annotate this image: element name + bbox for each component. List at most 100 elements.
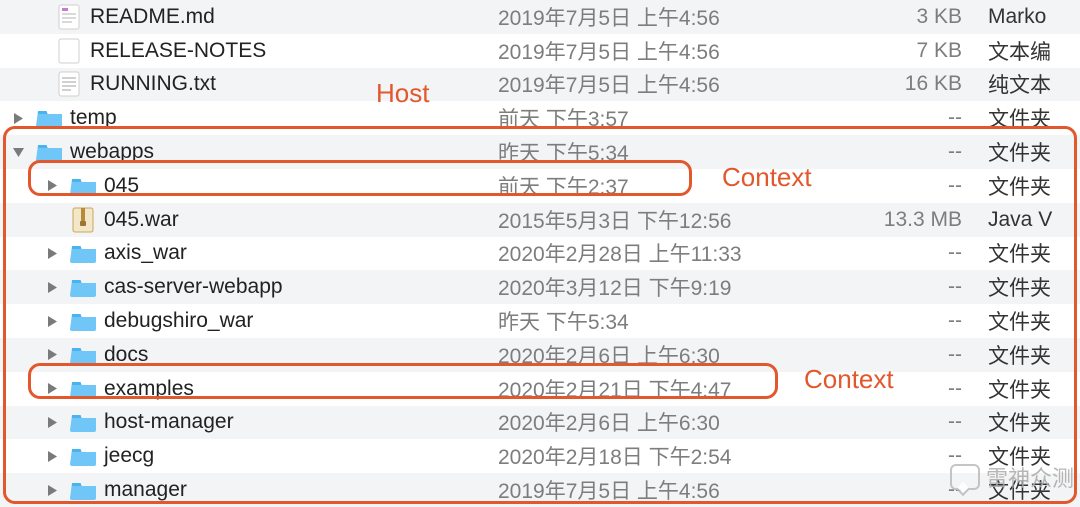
folder-icon — [70, 173, 96, 199]
size-cell: -- — [878, 106, 988, 130]
file-name: debugshiro_war — [104, 309, 253, 333]
folder-icon — [36, 139, 62, 165]
file-name: axis_war — [104, 241, 187, 265]
size-cell: -- — [878, 241, 988, 265]
name-cell: cas-server-webapp — [0, 274, 498, 300]
kind-cell: 文本编 — [988, 36, 1080, 66]
name-cell: host-manager — [0, 409, 498, 435]
table-row[interactable]: RUNNING.txt 2019年7月5日 上午4:56 16 KB 纯文本 — [0, 68, 1080, 102]
date-cell: 2019年7月5日 上午4:56 — [498, 2, 878, 32]
disclosure-right-icon[interactable] — [44, 279, 60, 295]
file-name: manager — [104, 478, 187, 502]
file-name: jeecg — [104, 444, 154, 468]
name-cell: 045 — [0, 173, 498, 199]
kind-cell: 文件夹 — [988, 407, 1080, 437]
date-cell: 2020年2月6日 上午6:30 — [498, 407, 878, 437]
table-row[interactable]: docs 2020年2月6日 上午6:30 -- 文件夹 — [0, 338, 1080, 372]
md-file-icon — [56, 4, 82, 30]
date-cell: 2019年7月5日 上午4:56 — [498, 36, 878, 66]
kind-cell: 文件夹 — [988, 441, 1080, 471]
name-cell: webapps — [0, 139, 498, 165]
name-cell: README.md — [0, 4, 498, 30]
file-name: 045 — [104, 174, 139, 198]
folder-icon — [36, 105, 62, 131]
name-cell: docs — [0, 342, 498, 368]
size-cell: -- — [878, 410, 988, 434]
table-row[interactable]: debugshiro_war 昨天 下午5:34 -- 文件夹 — [0, 304, 1080, 338]
date-cell: 昨天 下午5:34 — [498, 306, 878, 336]
disclosure-down-icon[interactable] — [10, 144, 26, 160]
name-cell: RELEASE-NOTES — [0, 38, 498, 64]
name-cell: axis_war — [0, 240, 498, 266]
folder-icon — [70, 477, 96, 503]
folder-icon — [70, 409, 96, 435]
table-row[interactable]: host-manager 2020年2月6日 上午6:30 -- 文件夹 — [0, 406, 1080, 440]
folder-icon — [70, 274, 96, 300]
txt-file-icon — [56, 71, 82, 97]
table-row[interactable]: cas-server-webapp 2020年3月12日 下午9:19 -- 文… — [0, 270, 1080, 304]
disclosure-right-icon[interactable] — [44, 245, 60, 261]
table-row[interactable]: 045.war 2015年5月3日 下午12:56 13.3 MB Java V — [0, 203, 1080, 237]
kind-cell: 文件夹 — [988, 137, 1080, 167]
size-cell: -- — [878, 275, 988, 299]
file-name: RELEASE-NOTES — [90, 39, 266, 63]
disclosure-right-icon[interactable] — [44, 448, 60, 464]
kind-cell: 文件夹 — [988, 103, 1080, 133]
kind-cell: Marko — [988, 5, 1080, 29]
size-cell: -- — [878, 478, 988, 502]
table-row[interactable]: README.md 2019年7月5日 上午4:56 3 KB Marko — [0, 0, 1080, 34]
size-cell: -- — [878, 444, 988, 468]
date-cell: 2020年2月28日 上午11:33 — [498, 238, 878, 268]
kind-cell: 文件夹 — [988, 374, 1080, 404]
folder-icon — [70, 443, 96, 469]
table-row[interactable]: axis_war 2020年2月28日 上午11:33 -- 文件夹 — [0, 237, 1080, 271]
size-cell: 3 KB — [878, 5, 988, 29]
table-row[interactable]: webapps 昨天 下午5:34 -- 文件夹 — [0, 135, 1080, 169]
kind-cell: 文件夹 — [988, 238, 1080, 268]
kind-cell: 文件夹 — [988, 475, 1080, 505]
folder-icon — [70, 240, 96, 266]
size-cell: 7 KB — [878, 39, 988, 63]
table-row[interactable]: 045 前天 下午2:37 -- 文件夹 — [0, 169, 1080, 203]
table-row[interactable]: manager 2019年7月5日 上午4:56 -- 文件夹 — [0, 473, 1080, 507]
blank-file-icon — [56, 38, 82, 64]
name-cell: jeecg — [0, 443, 498, 469]
folder-icon — [70, 342, 96, 368]
date-cell: 2020年3月12日 下午9:19 — [498, 272, 878, 302]
table-row[interactable]: examples 2020年2月21日 下午4:47 -- 文件夹 — [0, 372, 1080, 406]
table-row[interactable]: jeecg 2020年2月18日 下午2:54 -- 文件夹 — [0, 439, 1080, 473]
size-cell: 16 KB — [878, 72, 988, 96]
kind-cell: Java V — [988, 208, 1080, 232]
table-row[interactable]: temp 前天 下午3:57 -- 文件夹 — [0, 101, 1080, 135]
size-cell: -- — [878, 343, 988, 367]
date-cell: 2020年2月6日 上午6:30 — [498, 340, 878, 370]
date-cell: 昨天 下午5:34 — [498, 137, 878, 167]
disclosure-right-icon[interactable] — [44, 313, 60, 329]
date-cell: 2015年5月3日 下午12:56 — [498, 205, 878, 235]
date-cell: 前天 下午2:37 — [498, 171, 878, 201]
kind-cell: 文件夹 — [988, 306, 1080, 336]
file-name: webapps — [70, 140, 154, 164]
date-cell: 2019年7月5日 上午4:56 — [498, 475, 878, 505]
kind-cell: 纯文本 — [988, 69, 1080, 99]
name-cell: temp — [0, 105, 498, 131]
size-cell: -- — [878, 174, 988, 198]
disclosure-right-icon[interactable] — [44, 347, 60, 363]
table-row[interactable]: RELEASE-NOTES 2019年7月5日 上午4:56 7 KB 文本编 — [0, 34, 1080, 68]
archive-icon — [70, 207, 96, 233]
name-cell: RUNNING.txt — [0, 71, 498, 97]
file-name: README.md — [90, 5, 215, 29]
disclosure-right-icon[interactable] — [44, 482, 60, 498]
file-name: temp — [70, 106, 117, 130]
kind-cell: 文件夹 — [988, 171, 1080, 201]
kind-cell: 文件夹 — [988, 272, 1080, 302]
disclosure-right-icon[interactable] — [44, 381, 60, 397]
disclosure-right-icon[interactable] — [44, 178, 60, 194]
file-name: docs — [104, 343, 148, 367]
disclosure-right-icon[interactable] — [10, 110, 26, 126]
disclosure-right-icon[interactable] — [44, 414, 60, 430]
size-cell: 13.3 MB — [878, 208, 988, 232]
file-name: 045.war — [104, 208, 179, 232]
file-name: examples — [104, 377, 194, 401]
date-cell: 2020年2月21日 下午4:47 — [498, 374, 878, 404]
